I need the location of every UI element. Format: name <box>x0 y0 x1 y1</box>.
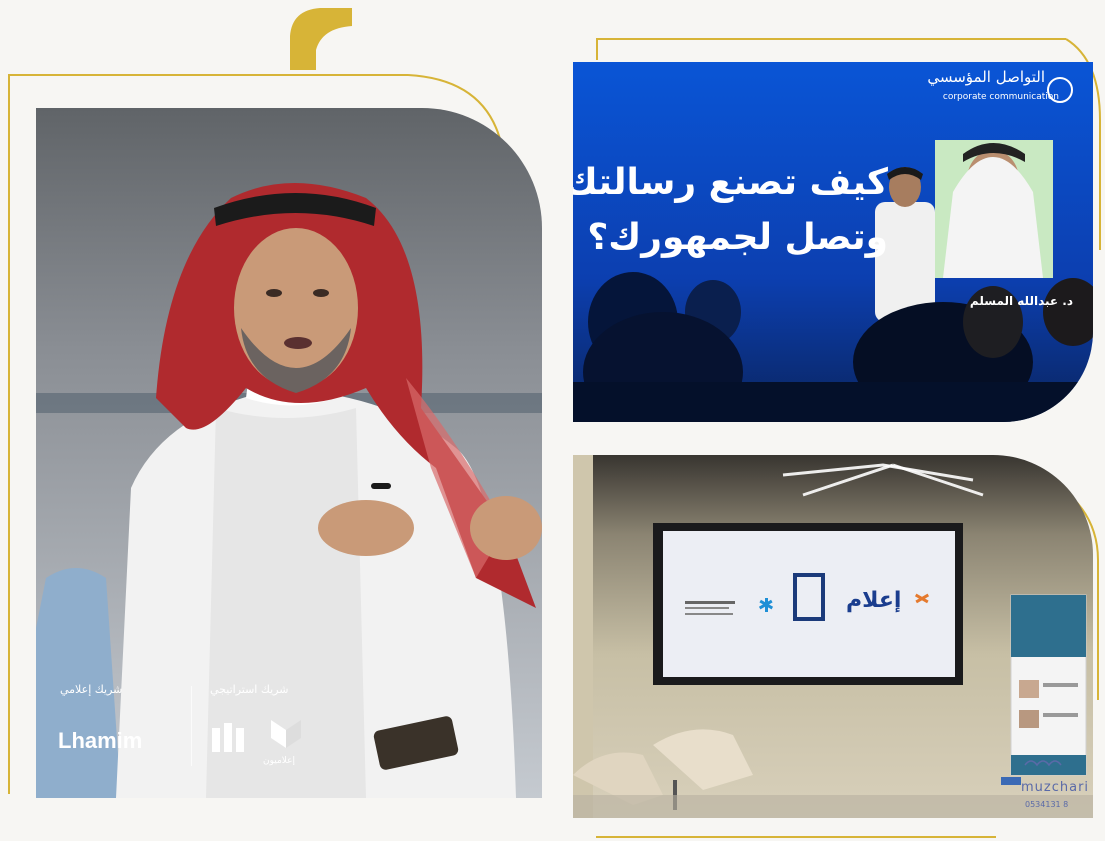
i3lamyoon-logo-text: إعلاميون <box>263 756 296 766</box>
strategic-partner-label: شريك استراتيجي <box>210 683 289 696</box>
slide-title-line2: وتصل لجمهورك؟ <box>587 217 888 258</box>
screen-logo-text: إعلام <box>846 588 902 613</box>
speaker-name: د. عبدالله المسلم <box>969 294 1073 308</box>
lhamim-logo: Lhamim <box>58 728 143 753</box>
slide-brand-english: corporate communication <box>942 92 1059 102</box>
slide-title-line1: كيف تصنع رسالتك <box>573 162 888 203</box>
watermark-phone: 0534131 8 <box>1025 800 1069 809</box>
event-hall-photo: إعلام muzchari 0534131 8 <box>573 455 1093 818</box>
partner-labels: شريك إعلامي شريك استراتيجي <box>60 683 320 703</box>
gold-corner-shape <box>290 8 352 70</box>
lecture-stage-photo: التواصل المؤسسي corporate communication … <box>573 62 1093 422</box>
slide-brand-arabic: التواصل المؤسسي <box>927 68 1045 86</box>
event-hall-drawing <box>573 455 1093 818</box>
watermark-name: muzchari <box>1021 780 1090 795</box>
media-partner-label: شريك إعلامي <box>60 683 123 696</box>
